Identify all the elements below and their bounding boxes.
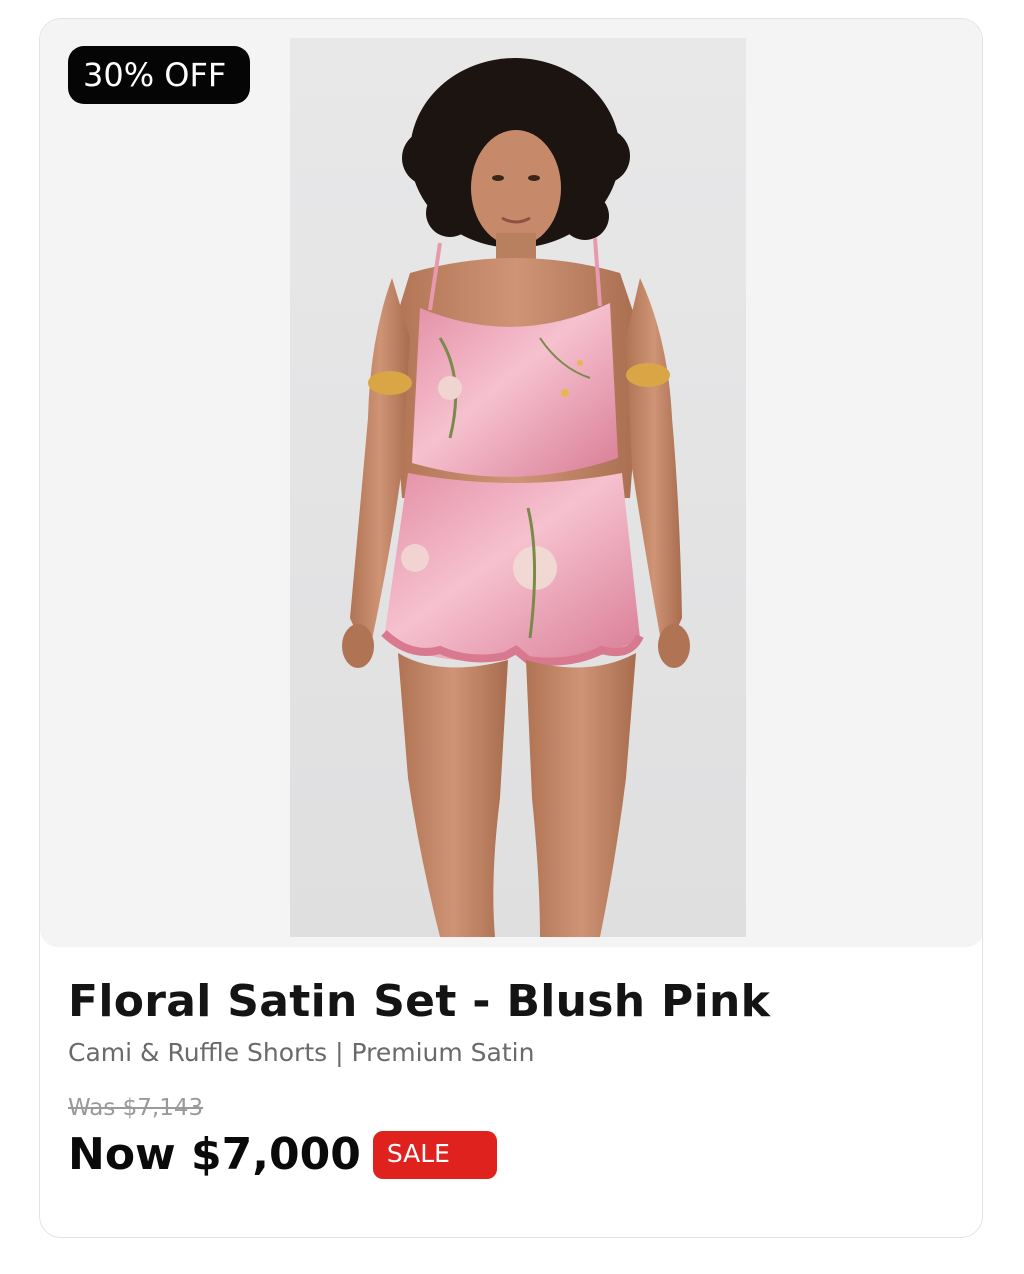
product-card[interactable]: 30% OFF Floral Satin Set - Blush Pink Ca… [39, 18, 983, 1238]
discount-badge: 30% OFF [68, 46, 251, 104]
product-image[interactable] [290, 38, 746, 937]
price-row: Now $7,000 SALE [68, 1125, 954, 1185]
now-price: Now $7,000 [68, 1129, 361, 1180]
product-info: Floral Satin Set - Blush Pink Cami & Ruf… [68, 969, 954, 1185]
was-price: Was $7,143 [68, 1095, 204, 1121]
sale-badge: SALE [372, 1131, 497, 1179]
model-illustration [290, 38, 746, 937]
product-media: 30% OFF [40, 19, 982, 947]
product-title[interactable]: Floral Satin Set - Blush Pink [68, 969, 954, 1035]
product-subtitle: Cami & Ruffle Shorts | Premium Satin [68, 1038, 535, 1067]
